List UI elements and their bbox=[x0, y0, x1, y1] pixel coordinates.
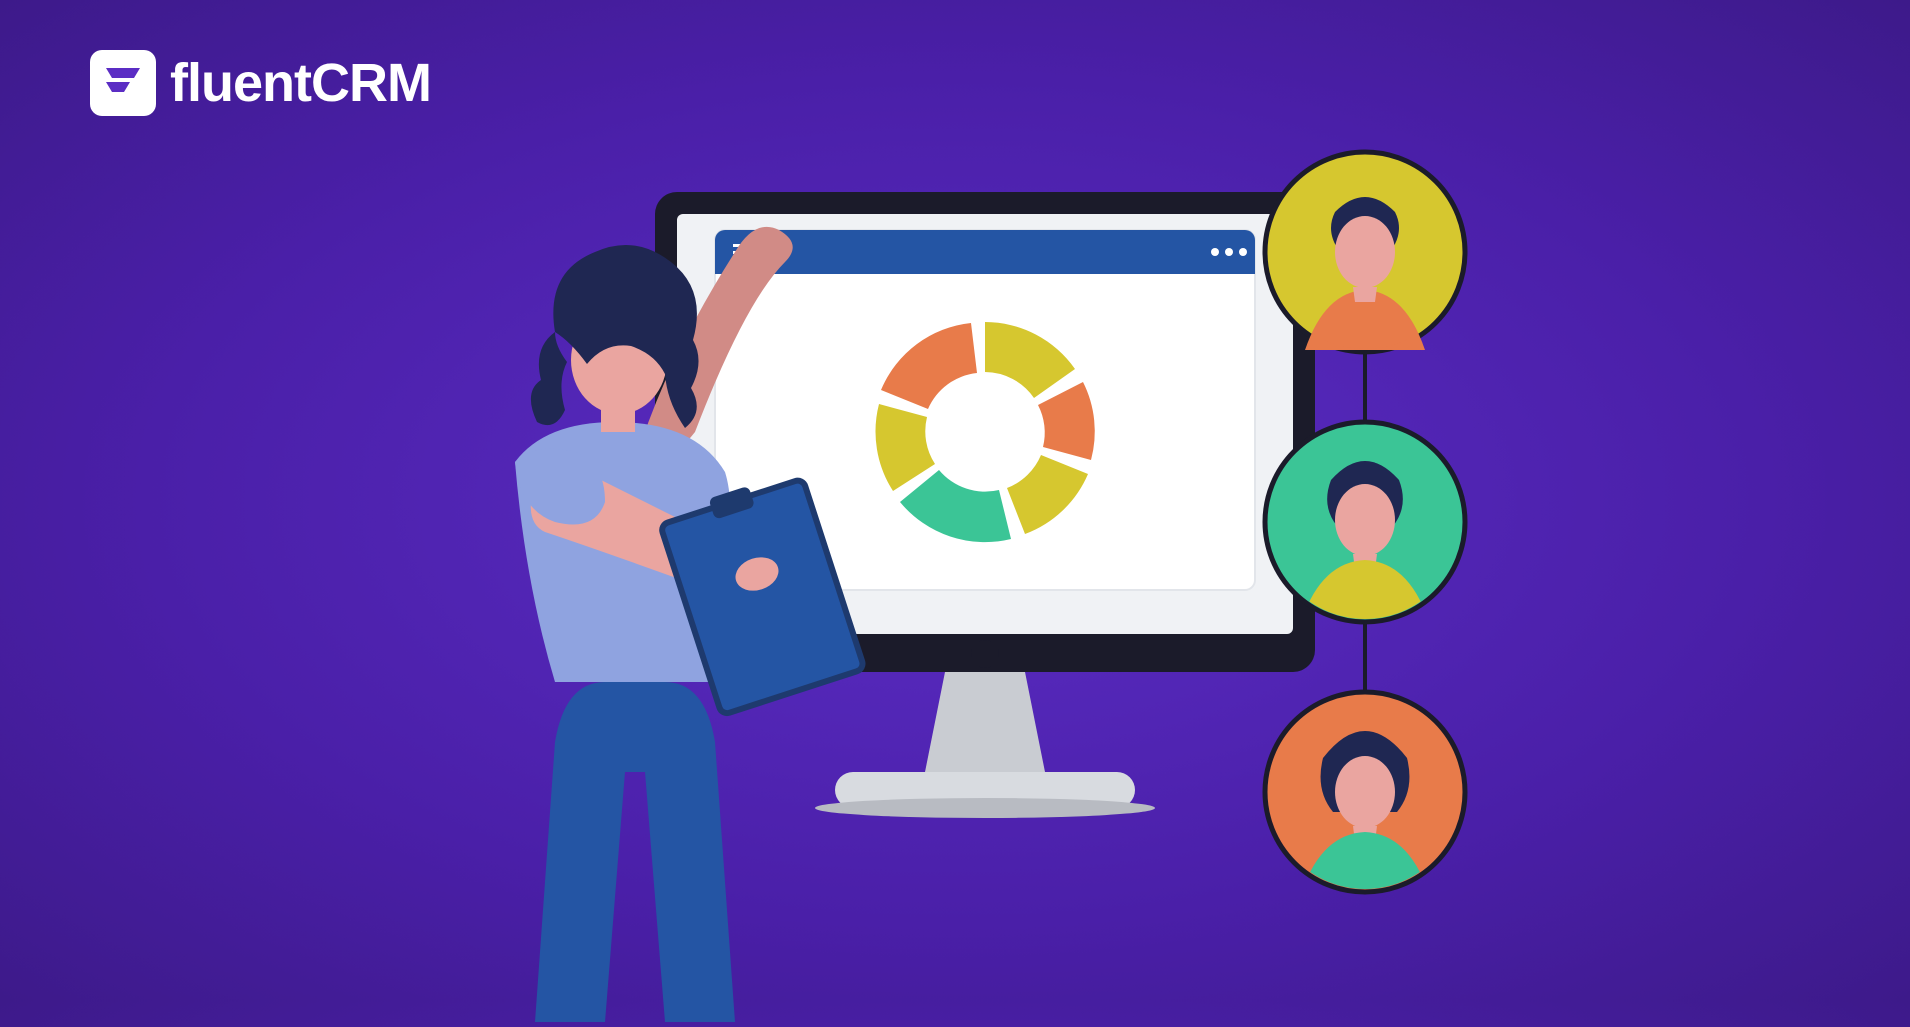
brand-logo: fluentCRM bbox=[90, 50, 431, 116]
hero-illustration bbox=[405, 122, 1505, 1022]
avatar-3-icon bbox=[1265, 692, 1465, 904]
brand-logo-text: fluentCRM bbox=[170, 52, 431, 114]
brand-logo-icon bbox=[90, 50, 156, 116]
